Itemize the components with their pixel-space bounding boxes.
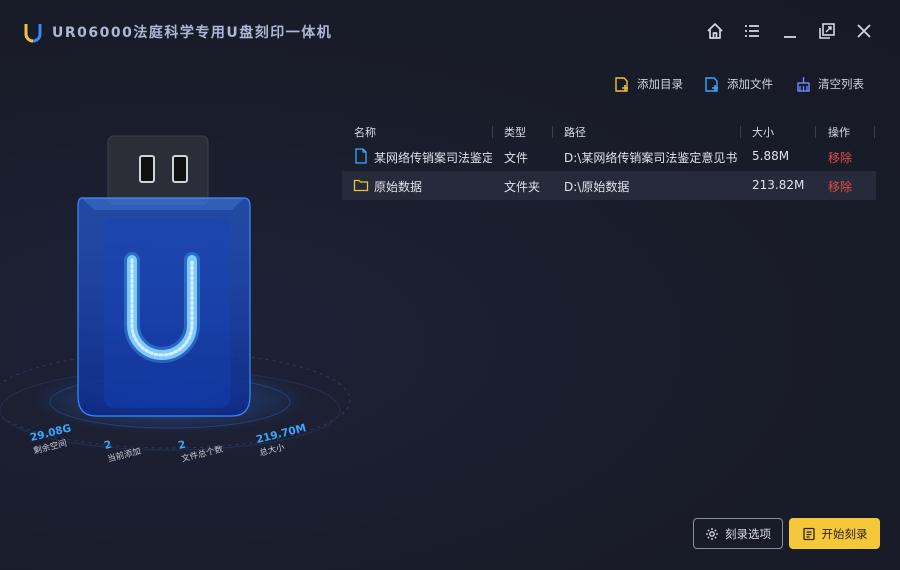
table-header: 名称 类型 路径 大小 操作 — [342, 120, 876, 142]
add-file-label: 添加文件 — [727, 77, 773, 91]
row-name: 某网络传销案司法鉴定 — [374, 151, 492, 165]
start-burn-button[interactable]: 开始刻录 — [789, 518, 880, 549]
header-divider[interactable] — [874, 126, 875, 138]
add-file-icon — [705, 76, 718, 92]
header-divider[interactable] — [492, 126, 493, 138]
header-divider[interactable] — [740, 126, 741, 138]
title-bar: UR06000法庭科学专用U盘刻印一体机 — [0, 0, 900, 62]
home-icon[interactable] — [704, 20, 726, 42]
restore-icon[interactable] — [816, 20, 838, 42]
table-row[interactable]: 某网络传销案司法鉴定 文件 D:\某网络传销案司法鉴定意见书 5.88M 移除 — [342, 142, 876, 171]
row-size: 5.88M — [752, 149, 790, 163]
header-size: 大小 — [752, 126, 774, 139]
clear-list-button[interactable]: 清空列表 — [795, 74, 864, 94]
app-title: UR06000法庭科学专用U盘刻印一体机 — [52, 25, 333, 41]
row-size: 213.82M — [752, 178, 805, 192]
header-divider[interactable] — [815, 126, 816, 138]
header-divider[interactable] — [552, 126, 553, 138]
add-directory-button[interactable]: 添加目录 — [614, 74, 683, 94]
menu-icon[interactable] — [741, 20, 763, 42]
logo-icon — [24, 24, 42, 43]
row-path: D:\某网络传销案司法鉴定意见书 — [564, 151, 738, 165]
add-directory-label: 添加目录 — [637, 77, 683, 91]
document-icon — [802, 527, 815, 540]
header-type: 类型 — [504, 126, 526, 139]
remove-button[interactable]: 移除 — [828, 178, 852, 195]
app-window: UR06000法庭科学专用U盘刻印一体机 添加目录 添加文件 清空列表 名称 类… — [0, 0, 900, 570]
burn-options-label: 刻录选项 — [725, 526, 771, 541]
header-action: 操作 — [828, 126, 850, 139]
row-path: D:\原始数据 — [564, 180, 630, 194]
row-name: 原始数据 — [374, 180, 423, 194]
row-type: 文件 — [504, 151, 529, 165]
gear-icon — [706, 527, 718, 540]
clear-list-label: 清空列表 — [818, 77, 864, 91]
burn-options-button[interactable]: 刻录选项 — [693, 518, 783, 549]
add-folder-icon — [615, 76, 628, 92]
file-table: 名称 类型 路径 大小 操作 某网络传销案司法鉴定 文件 D:\某网络传销案司法… — [342, 120, 876, 200]
broom-icon — [797, 76, 810, 92]
close-icon[interactable] — [853, 20, 875, 42]
start-burn-label: 开始刻录 — [821, 526, 868, 541]
table-row[interactable]: 原始数据 文件夹 D:\原始数据 213.82M 移除 — [342, 171, 876, 200]
minimize-icon[interactable] — [779, 20, 801, 42]
header-path: 路径 — [564, 126, 586, 139]
add-file-button[interactable]: 添加文件 — [704, 74, 773, 94]
remove-button[interactable]: 移除 — [828, 149, 852, 166]
row-type: 文件夹 — [504, 180, 541, 194]
